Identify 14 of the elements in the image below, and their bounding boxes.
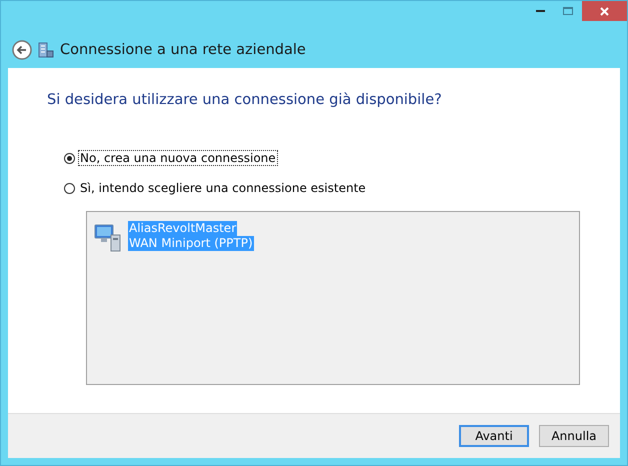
minimize-icon[interactable] <box>536 10 544 12</box>
building-icon <box>38 42 54 58</box>
radio-button[interactable] <box>64 152 75 164</box>
close-button[interactable] <box>582 1 627 21</box>
radio-button[interactable] <box>64 182 75 194</box>
close-icon <box>600 6 609 16</box>
window-title: Connessione a una rete aziendale <box>60 42 306 58</box>
next-button[interactable]: Avanti <box>459 425 529 447</box>
radio-label[interactable]: No, crea una nuova connessione <box>78 150 278 166</box>
back-icon[interactable] <box>12 40 32 60</box>
page-heading: Si desidera utilizzare una connessione già disponibile? <box>47 92 443 108</box>
maximize-icon[interactable] <box>562 6 574 16</box>
cancel-button[interactable]: Annulla <box>539 425 609 447</box>
radio-label[interactable]: Sì, intendo scegliere una connessione esistente <box>78 180 368 196</box>
